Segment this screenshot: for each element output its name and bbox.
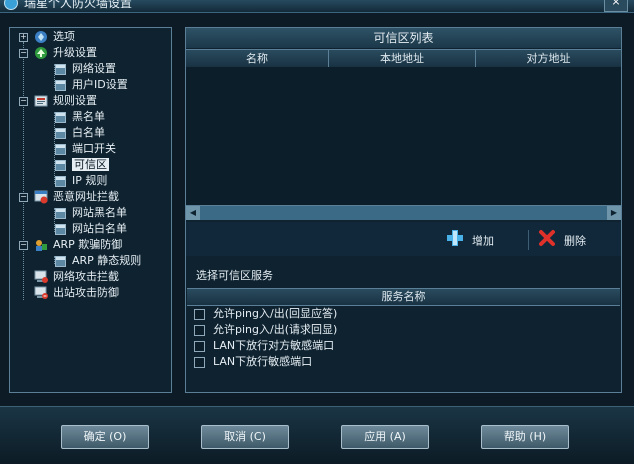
service-item-ping-echo-request[interactable]: 允许ping入/出(请求回显) (194, 322, 337, 338)
tree-item-label: ARP 欺骗防御 (53, 238, 123, 251)
service-label: LAN下放行敏感端口 (213, 355, 313, 368)
service-label: 允许ping入/出(回显应答) (213, 307, 338, 320)
tree-item-site-blacklist[interactable]: 网站黑名单 (55, 205, 127, 221)
tree-item-label: 规则设置 (53, 94, 97, 107)
rules-icon (34, 94, 48, 113)
url-block-icon (34, 190, 48, 209)
service-checkbox[interactable] (194, 356, 205, 368)
app-icon (4, 0, 18, 10)
window-title: 瑞星个人防火墙设置 (24, 0, 133, 10)
page-icon (55, 175, 66, 187)
collapse-icon[interactable]: − (19, 49, 28, 58)
expand-icon[interactable]: + (19, 33, 28, 42)
page-icon (55, 223, 66, 235)
tree-item-arp-static-rules[interactable]: ARP 静态规则 (55, 253, 141, 269)
service-item-lan-remote-sensitive-ports[interactable]: LAN下放行对方敏感端口 (194, 338, 334, 354)
service-checkbox[interactable] (194, 308, 205, 320)
close-button[interactable]: × (604, 0, 628, 12)
tree-item-label: 升级设置 (53, 46, 97, 59)
tree-item-label: IP 规则 (72, 174, 108, 187)
update-icon (34, 46, 48, 65)
tree-item-label: 网站黑名单 (72, 206, 127, 219)
tree-item-label: 可信区 (72, 158, 109, 171)
page-icon (55, 111, 66, 123)
tree-item-ip-rules[interactable]: IP 规则 (55, 173, 107, 189)
tree-item-label: 网络攻击拦截 (53, 270, 119, 283)
tree-item-label: 选项 (53, 30, 75, 43)
service-checkbox[interactable] (194, 324, 205, 336)
page-icon (55, 159, 66, 171)
tree-connector (23, 42, 24, 300)
toolbar-divider (528, 230, 529, 250)
tree-item-blacklist[interactable]: 黑名单 (55, 109, 105, 125)
collapse-icon[interactable]: − (19, 193, 28, 202)
tree-item-port-switch[interactable]: 端口开关 (55, 141, 116, 157)
trusted-list-body[interactable] (186, 67, 621, 205)
column-name[interactable]: 名称 (186, 50, 329, 67)
trusted-list-title: 可信区列表 (186, 28, 621, 48)
delete-button[interactable]: 删除 (538, 229, 586, 249)
tree-item-label: ARP 静态规则 (72, 254, 142, 267)
ok-button[interactable]: 确定 (O) (61, 425, 149, 449)
trusted-zone-panel: 可信区列表 名称 本地地址 对方地址 ◀ ▶ 增加 删除 选择可信区服务 服务名… (185, 27, 622, 393)
column-local-address[interactable]: 本地地址 (329, 50, 476, 67)
page-icon (55, 127, 66, 139)
add-button-label: 增加 (472, 234, 494, 248)
collapse-icon[interactable]: − (19, 97, 28, 106)
collapse-icon[interactable]: − (19, 241, 28, 250)
tree-item-whitelist[interactable]: 白名单 (55, 125, 105, 141)
tree-item-user-id-settings[interactable]: 用户ID设置 (55, 77, 128, 93)
tree-item-label: 出站攻击防御 (53, 286, 119, 299)
service-label: LAN下放行对方敏感端口 (213, 339, 335, 352)
scroll-left-icon[interactable]: ◀ (186, 206, 200, 220)
page-icon (55, 207, 66, 219)
action-bar: 增加 删除 (186, 222, 621, 256)
settings-tree: + 选项 − 升级设置 网络设置 用户ID设置 − 规则设置 黑名单 白名单 端… (9, 27, 172, 393)
apply-button[interactable]: 应用 (A) (341, 425, 429, 449)
tree-item-label: 端口开关 (72, 142, 116, 155)
help-button[interactable]: 帮助 (H) (481, 425, 569, 449)
title-bar: 瑞星个人防火墙设置 × (0, 0, 634, 13)
tree-item-label: 网络设置 (72, 62, 116, 75)
horizontal-scrollbar[interactable]: ◀ ▶ (186, 205, 621, 220)
page-icon (55, 79, 66, 91)
tree-item-label: 黑名单 (72, 110, 105, 123)
page-icon (55, 255, 66, 267)
trusted-list-header: 名称 本地地址 对方地址 (186, 49, 621, 68)
service-label: 允许ping入/出(请求回显) (213, 323, 338, 336)
column-remote-address[interactable]: 对方地址 (476, 50, 621, 67)
tree-item-trusted-zone[interactable]: 可信区 (55, 157, 109, 173)
delete-button-label: 删除 (564, 234, 586, 248)
page-icon (55, 143, 66, 155)
outbound-defense-icon (34, 286, 48, 305)
service-section-title: 选择可信区服务 (196, 269, 273, 282)
dialog-footer: 确定 (O) 取消 (C) 应用 (A) 帮助 (H) (0, 406, 634, 464)
scroll-right-icon[interactable]: ▶ (607, 206, 621, 220)
service-checkbox[interactable] (194, 340, 205, 352)
delete-x-icon (538, 229, 556, 254)
tree-item-site-whitelist[interactable]: 网站白名单 (55, 221, 127, 237)
service-item-ping-echo-reply[interactable]: 允许ping入/出(回显应答) (194, 306, 337, 322)
service-name-header: 服务名称 (187, 288, 620, 306)
service-item-lan-sensitive-ports[interactable]: LAN下放行敏感端口 (194, 354, 312, 370)
cancel-button[interactable]: 取消 (C) (201, 425, 289, 449)
tree-item-network-settings[interactable]: 网络设置 (55, 61, 116, 77)
page-icon (55, 63, 66, 75)
plus-icon (446, 229, 464, 254)
tree-item-label: 网站白名单 (72, 222, 127, 235)
arp-icon (34, 238, 48, 257)
tree-item-label: 用户ID设置 (72, 78, 128, 91)
tree-item-label: 恶意网址拦截 (53, 190, 119, 203)
tree-item-label: 白名单 (72, 126, 105, 139)
add-button[interactable]: 增加 (446, 229, 494, 249)
